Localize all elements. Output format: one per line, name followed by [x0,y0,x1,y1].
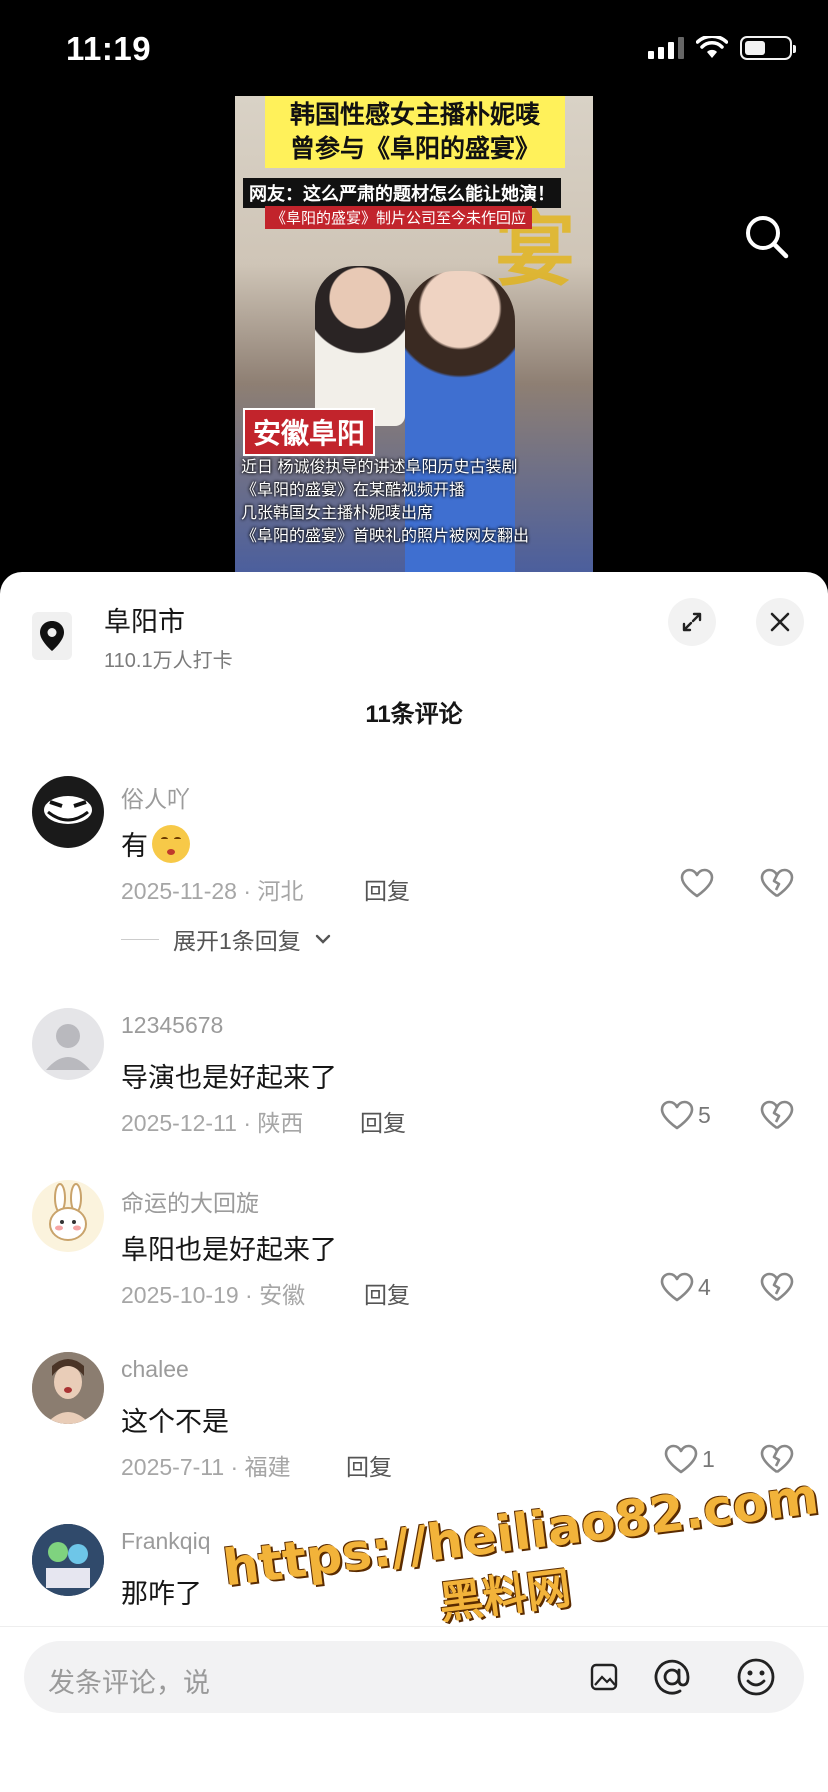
video-location-tag: 安徽阜阳 [243,408,376,456]
mention-icon[interactable] [652,1657,692,1697]
broken-heart-icon [760,1272,794,1302]
fullscreen-button[interactable] [668,598,716,646]
chevron-down-icon [315,934,330,944]
broken-heart-icon [760,868,794,898]
emoji-icon[interactable] [736,1657,776,1697]
comment-text: 阜阳也是好起来了 [121,1235,337,1265]
heart-icon [660,1272,694,1302]
comment-item: 12345678 导演也是好起来了 2025-12-11 · 陕西 回复 5 [0,1008,828,1168]
dislike-button[interactable] [760,1272,794,1307]
comment-date-location: 2025-10-19 · 安徽 [121,1282,306,1308]
comment-date-location: 2025-11-28 · 河北 [121,878,304,904]
avatar[interactable] [32,1180,104,1252]
broken-heart-icon [760,1100,794,1130]
caption-line: 《阜阳的盛宴》首映礼的照片被网友翻出 [241,528,530,545]
like-button[interactable]: 1 [664,1444,715,1474]
reply-button[interactable]: 回复 [364,1276,410,1310]
location-checkin-count: 110.1万人打卡 [104,650,233,672]
comment-username[interactable]: 12345678 [121,1012,223,1039]
comment-username[interactable]: 俗人吖 [121,780,190,814]
video-subtitle-red: 《阜阳的盛宴》制片公司至今未作回应 [265,206,533,229]
comment-text-content: 有 [121,831,148,861]
comment-text: 有 [121,824,190,863]
reply-button[interactable]: 回复 [364,872,410,906]
heart-icon [680,868,714,898]
battery-icon [740,36,796,60]
avatar[interactable] [32,1352,104,1424]
status-time: 11:19 [66,30,152,67]
video-subtitle: 网友：这么严肃的题材怎么能让她演！ [243,178,561,208]
comment-username[interactable]: Frankqiq [121,1528,210,1555]
comment-input-placeholder: 发条评论，说 [48,1668,210,1698]
reply-button[interactable]: 回复 [360,1104,406,1138]
heart-icon [660,1100,694,1130]
video-thumbnail[interactable]: 宴 韩国性感女主播朴妮唛 曾参与《阜阳的盛宴》 网友：这么严肃的题材怎么能让她演… [235,96,593,576]
caption-line: 几张韩国女主播朴妮唛出席 [241,505,434,522]
kiss-emoji-icon [152,824,190,863]
comment-count-header: 11条评论 [365,701,463,728]
like-count: 5 [698,1101,711,1128]
video-title-line: 韩国性感女主播朴妮唛 [289,101,540,129]
comment-username[interactable]: 命运的大回旋 [121,1184,259,1218]
image-icon[interactable] [584,1657,624,1697]
comment-username[interactable]: chalee [121,1356,189,1383]
comment-input[interactable]: 发条评论，说 [24,1641,804,1713]
caption-line: 《阜阳的盛宴》在某酷视频开播 [241,482,466,499]
search-icon[interactable] [742,212,790,260]
avatar[interactable] [32,776,104,848]
comment-item: 命运的大回旋 阜阳也是好起来了 2025-10-19 · 安徽 回复 4 [0,1180,828,1340]
wifi-icon [696,36,728,58]
comment-date-location: 2025-7-11 · 福建 [121,1454,291,1480]
video-figure-left [315,266,405,426]
expand-replies-label: 展开1条回复 [173,928,301,954]
cellular-signal-icon [648,37,684,59]
status-icons [648,36,796,60]
like-button[interactable] [680,868,714,898]
like-count: 1 [702,1445,715,1472]
video-caption: 近日 杨诚俊执导的讲述阜阳历史古装剧 《阜阳的盛宴》在某酷视频开播 几张韩国女主… [241,456,529,548]
comment-text: 导演也是好起来了 [121,1063,337,1093]
close-button[interactable] [756,598,804,646]
comment-input-bar: 发条评论，说 [0,1626,828,1792]
video-title-line: 曾参与《阜阳的盛宴》 [289,135,540,163]
avatar[interactable] [32,1008,104,1080]
comment-date-location: 2025-12-11 · 陕西 [121,1110,304,1136]
like-count: 4 [698,1273,711,1300]
dislike-button[interactable] [760,1100,794,1135]
expand-replies-button[interactable]: 展开1条回复 [121,922,331,956]
divider [121,938,159,940]
location-name[interactable]: 阜阳市 [104,600,185,639]
video-title: 韩国性感女主播朴妮唛 曾参与《阜阳的盛宴》 [265,96,565,168]
comment-text: 那咋了 [121,1579,202,1609]
reply-button[interactable]: 回复 [346,1448,392,1482]
status-bar: 11:19 [0,0,828,96]
comment-text: 这个不是 [121,1407,229,1437]
location-pin-icon[interactable] [32,612,72,660]
caption-line: 近日 杨诚俊执导的讲述阜阳历史古装剧 [241,459,518,476]
comment-item: 俗人吖 有 2025-11-28 · 河北 回复 展开1条回复 [0,776,828,954]
expand-icon [682,612,702,632]
like-button[interactable]: 4 [660,1272,711,1302]
heart-icon [664,1444,698,1474]
video-player[interactable]: 宴 韩国性感女主播朴妮唛 曾参与《阜阳的盛宴》 网友：这么严肃的题材怎么能让她演… [0,96,828,576]
avatar[interactable] [32,1524,104,1596]
dislike-button[interactable] [760,868,794,903]
like-button[interactable]: 5 [660,1100,711,1130]
close-icon [770,612,790,632]
